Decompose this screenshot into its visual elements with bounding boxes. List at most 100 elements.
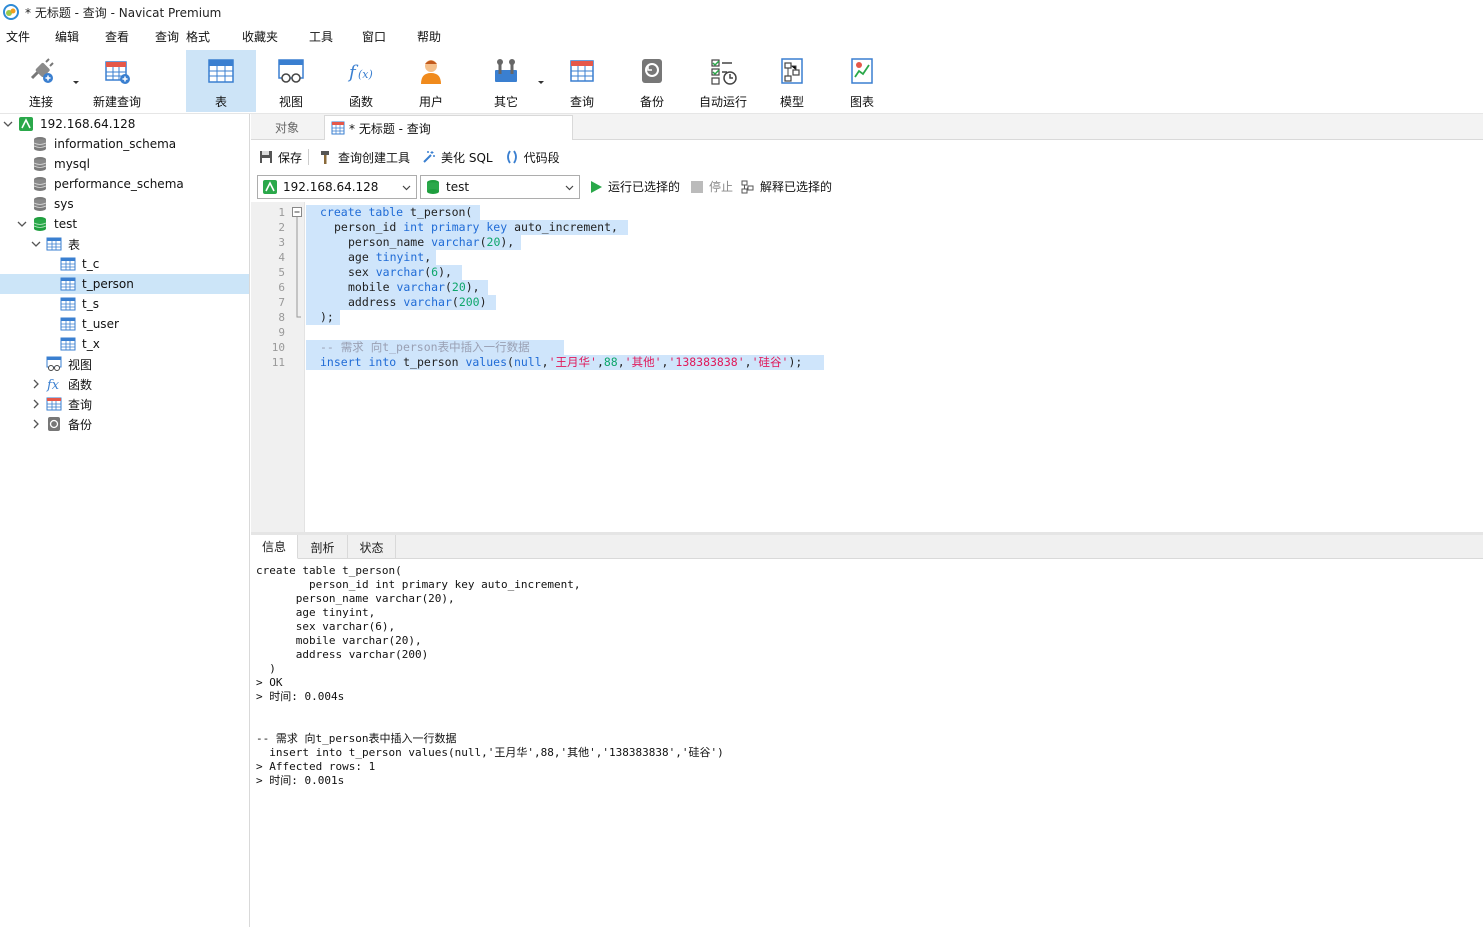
tree-views-folder[interactable]: 视图 <box>0 354 249 374</box>
chevron-down-icon[interactable] <box>16 218 28 230</box>
user-label: 用户 <box>418 95 443 109</box>
tab-objects[interactable]: 对象 <box>251 115 323 140</box>
line-number: 7 <box>278 296 285 309</box>
chevron-down-icon[interactable] <box>537 78 545 86</box>
tree-table-item[interactable]: t_x <box>0 334 249 354</box>
line-number: 3 <box>278 236 285 249</box>
menu-bar: 文件 编辑 查看 查询 格式 收藏夹 工具 窗口 帮助 <box>0 26 461 46</box>
beautify-sql-button[interactable]: 美化 SQL <box>422 149 493 166</box>
explain-selected-button[interactable]: 解释已选择的 <box>741 178 832 195</box>
tree-database-label: test <box>54 217 78 231</box>
main-toolbar: 连接 新建查询 表 视图 f (x) 函数 用户 其它 查询 备份 自动运行 模… <box>0 50 1483 114</box>
connect-label: 连接 <box>28 95 53 109</box>
user-button[interactable]: 用户 <box>402 50 460 112</box>
table-icon <box>60 297 76 311</box>
result-tabs: 信息 剖析 状态 <box>251 535 1483 559</box>
magic-wand-icon <box>423 151 436 163</box>
tree-database[interactable]: mysql <box>0 154 249 174</box>
menu-file[interactable]: 文件 <box>0 28 44 45</box>
chevron-down-icon[interactable] <box>72 78 80 86</box>
query-label: 查询 <box>569 95 594 109</box>
menu-query[interactable]: 查询 <box>144 28 180 45</box>
connection-select[interactable]: 192.168.64.128 <box>257 175 417 199</box>
menu-format[interactable]: 格式 <box>180 28 232 45</box>
message-line: > 时间: 0.001s <box>256 774 345 787</box>
menu-view[interactable]: 查看 <box>94 28 144 45</box>
automation-button[interactable]: 自动运行 <box>693 50 753 112</box>
tab-query[interactable]: * 无标题 - 查询 <box>324 115 573 140</box>
menu-tools[interactable]: 工具 <box>306 28 356 45</box>
tree-backups-folder[interactable]: 备份 <box>0 414 249 434</box>
stop-button[interactable]: 停止 <box>690 178 733 195</box>
backup-label: 备份 <box>639 95 664 109</box>
other-label: 其它 <box>493 95 518 109</box>
code-line: mobile varchar(20), <box>306 280 488 295</box>
chevron-down-icon[interactable] <box>30 238 42 250</box>
line-number: 11 <box>271 356 285 369</box>
tree-table-item[interactable]: t_c <box>0 254 249 274</box>
navicat-logo-icon <box>3 4 19 20</box>
explain-icon <box>741 180 754 193</box>
tree-database[interactable]: information_schema <box>0 134 249 154</box>
view-button[interactable]: 视图 <box>262 50 320 112</box>
stop-icon <box>691 180 703 193</box>
tree-functions-folder[interactable]: fx 函数 <box>0 374 249 394</box>
tree-table-item[interactable]: t_user <box>0 314 249 334</box>
chevron-right-icon[interactable] <box>30 418 42 430</box>
chevron-right-icon[interactable] <box>30 398 42 410</box>
run-selected-button[interactable]: 运行已选择的 <box>589 178 680 195</box>
line-number: 8 <box>278 311 285 324</box>
tree-queries-folder[interactable]: 查询 <box>0 394 249 414</box>
tree-database-test[interactable]: test <box>0 214 249 234</box>
line-number: 6 <box>278 281 285 294</box>
chart-icon <box>851 58 873 84</box>
function-icon: fx <box>46 378 60 392</box>
other-button[interactable]: 其它 <box>476 50 536 112</box>
message-line: sex varchar(6), <box>256 620 396 633</box>
tab-info[interactable]: 信息 <box>251 535 298 559</box>
model-button[interactable]: 模型 <box>763 50 821 112</box>
tree-connection[interactable]: 192.168.64.128 <box>0 114 249 134</box>
tree-tables-folder[interactable]: 表 <box>0 234 249 254</box>
fold-collapse-icon[interactable] <box>292 207 302 319</box>
chevron-right-icon[interactable] <box>30 378 42 390</box>
save-button[interactable]: 保存 <box>259 149 302 166</box>
tree-database[interactable]: performance_schema <box>0 174 249 194</box>
menu-edit[interactable]: 编辑 <box>44 28 94 45</box>
code-line: age tinyint, <box>306 250 436 265</box>
document-tabs: 对象 * 无标题 - 查询 <box>251 114 1483 140</box>
menu-window[interactable]: 窗口 <box>356 28 411 45</box>
tree-database[interactable]: sys <box>0 194 249 214</box>
tree-table-item-selected[interactable]: t_person <box>0 274 249 294</box>
tab-status[interactable]: 状态 <box>348 535 396 559</box>
code-snippet-button[interactable]: 代码段 <box>505 149 560 166</box>
chart-button[interactable]: 图表 <box>833 50 891 112</box>
tree-database-label: sys <box>54 197 74 211</box>
tree-table-item[interactable]: t_s <box>0 294 249 314</box>
backup-button[interactable]: 备份 <box>623 50 681 112</box>
table-button[interactable]: 表 <box>186 50 256 112</box>
new-query-button[interactable]: 新建查询 <box>88 50 146 112</box>
sql-editor[interactable]: 1 2 3 4 5 6 7 8 9 10 11 create table t_p… <box>251 202 1483 532</box>
message-line: create table t_person( <box>256 564 402 577</box>
connect-icon <box>30 58 54 83</box>
save-icon <box>260 151 272 163</box>
function-button[interactable]: f (x) 函数 <box>332 50 390 112</box>
chevron-down-icon[interactable] <box>2 118 14 130</box>
query-builder-button[interactable]: 查询创建工具 <box>319 149 410 166</box>
menu-help[interactable]: 帮助 <box>411 28 461 45</box>
chart-label: 图表 <box>849 95 874 109</box>
mysql-connection-icon <box>19 117 33 131</box>
tab-profile[interactable]: 剖析 <box>298 535 348 559</box>
save-label: 保存 <box>278 150 303 165</box>
table-icon <box>208 59 234 83</box>
connect-button[interactable]: 连接 <box>10 50 72 112</box>
database-icon <box>33 197 47 211</box>
menu-favorites[interactable]: 收藏夹 <box>232 28 306 45</box>
query-button[interactable]: 查询 <box>553 50 611 112</box>
play-icon <box>591 180 602 193</box>
line-number: 10 <box>271 341 285 354</box>
database-select[interactable]: test <box>420 175 580 199</box>
database-icon <box>33 157 47 171</box>
